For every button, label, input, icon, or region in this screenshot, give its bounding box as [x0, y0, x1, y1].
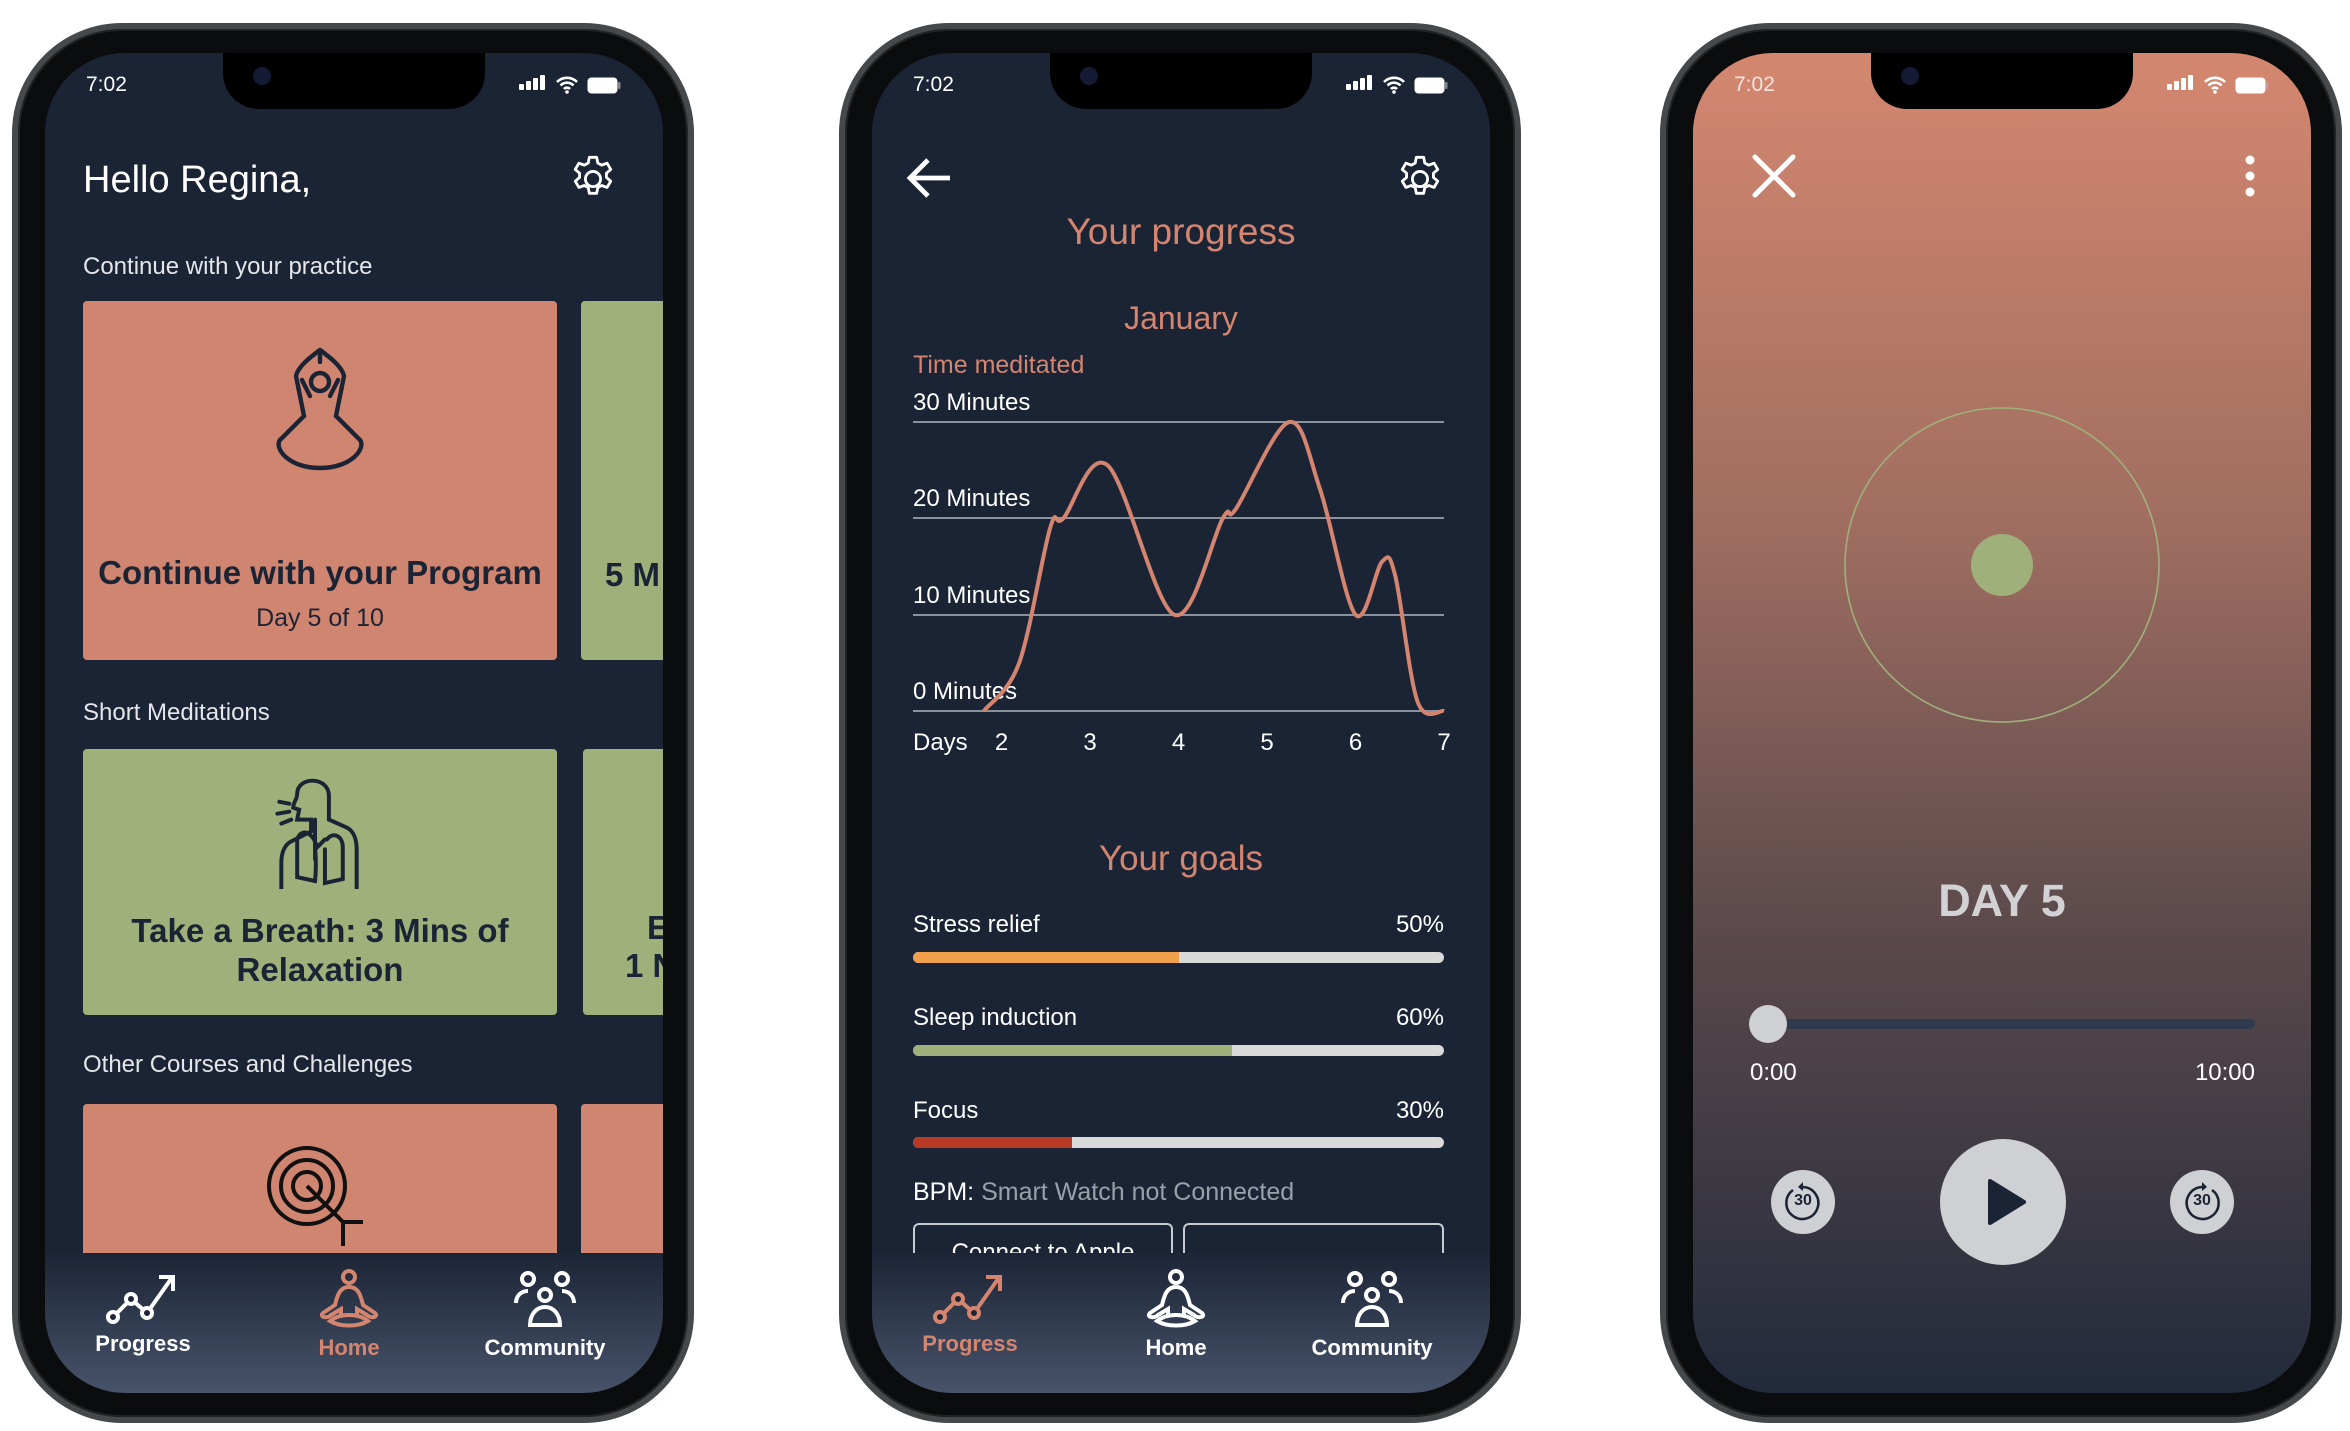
phone-player: 7:02 DAY 5 0:00 10:00 30 30	[1660, 23, 2342, 1423]
goal-fill	[913, 952, 1179, 963]
goal-fill	[913, 1137, 1073, 1148]
skip-forward-label: 30	[2193, 1192, 2211, 1209]
greeting: Hello Regina,	[83, 159, 312, 201]
progress-screen: 7:02 Your progress January Time meditate…	[872, 53, 1490, 1393]
goal-progress-bar	[913, 1137, 1444, 1148]
breathing-circle-visual	[1844, 407, 2160, 723]
wifi-icon	[556, 76, 578, 94]
status-time: 7:02	[1734, 73, 1775, 96]
nav-home[interactable]: Home	[269, 1269, 429, 1361]
community-group-icon	[514, 1271, 576, 1327]
player-screen: 7:02 DAY 5 0:00 10:00 30 30	[1693, 53, 2311, 1393]
time-meditated-chart	[982, 419, 1445, 717]
play-icon	[1988, 1179, 2026, 1225]
goal-value: 60%	[1395, 1004, 1444, 1031]
yoga-pose-icon	[276, 347, 364, 471]
signal-icon	[2167, 75, 2195, 95]
status-icons	[519, 75, 621, 95]
nav-progress[interactable]: Progress	[63, 1269, 223, 1357]
goal-fill	[913, 1045, 1232, 1056]
breath-card-title-line2: Relaxation	[236, 951, 404, 988]
short-card-peek[interactable]: E 1 N	[583, 749, 663, 1015]
session-title: DAY 5	[1938, 875, 2066, 926]
bottom-nav: Progress Home Community	[872, 1253, 1490, 1393]
goal-label: Sleep induction	[913, 1004, 1078, 1031]
section-practice: Continue with your practice	[83, 253, 373, 280]
bpm-row: BPM: Smart Watch not Connected	[913, 1178, 1294, 1207]
target-icon	[267, 1146, 363, 1246]
notch	[1050, 53, 1312, 109]
progress-chart-icon	[106, 1275, 175, 1324]
notch	[1871, 53, 2133, 109]
nav-community[interactable]: Community	[1292, 1269, 1452, 1361]
meditation-person-icon	[1147, 1269, 1205, 1328]
goal-label: Focus	[913, 1097, 979, 1124]
program-card-title: Continue with your Program	[98, 554, 542, 591]
playback-slider[interactable]	[1749, 1005, 2255, 1043]
slider-thumb[interactable]	[1749, 1005, 1787, 1043]
x-tick-label: 2	[994, 729, 1009, 756]
peek-card-line2: 1 N	[625, 947, 663, 984]
breath-card[interactable]: Take a Breath: 3 Mins of Relaxation	[83, 749, 557, 1015]
bpm-status: Smart Watch not Connected	[981, 1178, 1295, 1206]
phone-progress: 7:02 Your progress January Time meditate…	[839, 23, 1521, 1423]
nav-community-label: Community	[484, 1335, 606, 1360]
goal-label: Stress relief	[913, 911, 1040, 938]
x-tick-label: 4	[1171, 729, 1186, 756]
section-short: Short Meditations	[83, 699, 270, 726]
skip-back-label: 30	[1794, 1192, 1812, 1209]
more-options-icon[interactable]	[2240, 153, 2260, 199]
x-tick-label: 3	[1083, 729, 1097, 756]
goal-progress-bar	[913, 952, 1444, 963]
status-icons	[2167, 75, 2269, 95]
nav-home-label: Home	[318, 1335, 380, 1360]
battery-icon	[2235, 77, 2269, 93]
wifi-icon	[2204, 76, 2226, 94]
close-icon[interactable]	[1751, 153, 1797, 199]
nav-progress-label: Progress	[95, 1331, 191, 1356]
bottom-nav: Progress Home Community	[45, 1253, 663, 1393]
peek-card-line1: E	[647, 909, 663, 946]
nav-progress-label: Progress	[922, 1331, 1018, 1356]
x-tick-label: 6	[1348, 729, 1363, 756]
elapsed-time: 0:00	[1750, 1059, 1797, 1086]
goal-value: 50%	[1395, 911, 1444, 938]
lungs-breath-icon	[275, 778, 359, 889]
skip-forward-button[interactable]: 30	[2170, 1170, 2234, 1234]
nav-home-label: Home	[1145, 1335, 1207, 1360]
time-meditated-line	[982, 419, 1445, 717]
nav-progress[interactable]: Progress	[890, 1269, 1050, 1357]
notch	[223, 53, 485, 109]
goal-progress-bar	[913, 1045, 1444, 1056]
breathing-dot	[1971, 534, 2033, 596]
peek-card-title: 5 M	[605, 556, 661, 593]
play-button[interactable]	[1940, 1139, 2066, 1265]
battery-icon	[587, 77, 621, 93]
x-tick-label: 7	[1437, 729, 1451, 756]
x-tick-label: 5	[1260, 729, 1274, 756]
total-duration: 10:00	[2194, 1059, 2255, 1086]
status-time: 7:02	[86, 73, 127, 96]
settings-gear-icon[interactable]	[567, 153, 619, 205]
section-other: Other Courses and Challenges	[83, 1051, 413, 1078]
bpm-label: BPM:	[913, 1178, 975, 1206]
community-group-icon	[1341, 1271, 1403, 1327]
nav-community[interactable]: Community	[465, 1269, 625, 1361]
progress-chart-icon	[933, 1275, 1002, 1324]
breath-card-title-line1: Take a Breath: 3 Mins of	[131, 912, 509, 949]
goal-value: 30%	[1395, 1097, 1444, 1124]
goals-title: Your goals	[1098, 839, 1264, 878]
nav-home[interactable]: Home	[1096, 1269, 1256, 1361]
home-screen: 7:02 Hello Regina, Continue with your pr…	[45, 53, 663, 1393]
signal-icon	[519, 75, 547, 95]
phone-home: 7:02 Hello Regina, Continue with your pr…	[12, 23, 694, 1423]
meditation-card-peek[interactable]: 5 M	[581, 301, 663, 660]
meditation-person-icon	[320, 1269, 378, 1328]
program-card[interactable]: Continue with your Program Day 5 of 10	[83, 301, 557, 660]
skip-back-button[interactable]: 30	[1771, 1170, 1835, 1234]
program-card-subtitle: Day 5 of 10	[256, 604, 384, 632]
nav-community-label: Community	[1311, 1335, 1433, 1360]
x-axis-label: Days	[913, 729, 968, 756]
